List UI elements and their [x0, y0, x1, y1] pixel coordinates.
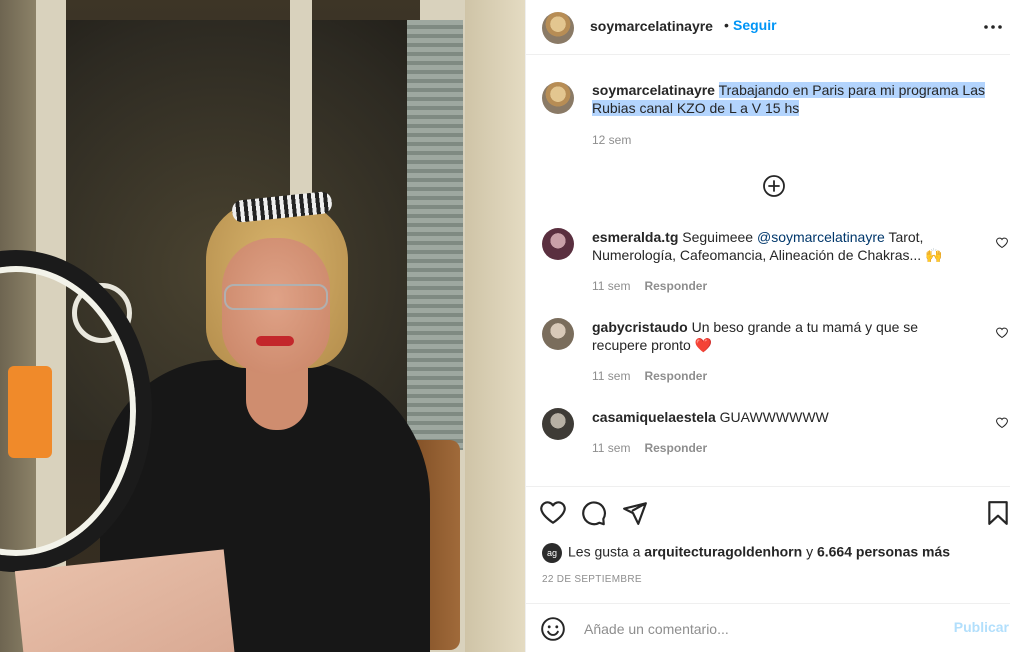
comment-item: gabycristaudo Un beso grande a tu mamá y…: [592, 318, 972, 354]
post-photo[interactable]: [0, 0, 525, 652]
phone-holder: [8, 366, 52, 458]
post-header: soymarcelatinayre • Seguir: [526, 0, 1010, 55]
lips: [256, 336, 294, 346]
reply-button[interactable]: Responder: [644, 441, 707, 455]
liker-username[interactable]: arquitecturagoldenhorn: [644, 544, 802, 560]
comment-meta: 11 sem Responder: [592, 279, 707, 293]
author-username[interactable]: soymarcelatinayre: [590, 18, 713, 34]
comment-avatar[interactable]: [542, 408, 574, 440]
comment-username[interactable]: gabycristaudo: [592, 319, 688, 335]
post-date[interactable]: 22 DE SEPTIEMBRE: [542, 574, 642, 585]
heart-icon[interactable]: [996, 237, 1008, 249]
glasses: [224, 284, 328, 310]
comment-text: GUAWWWWWW: [719, 409, 829, 425]
caption-time[interactable]: 12 sem: [592, 133, 631, 147]
author-avatar[interactable]: [542, 12, 574, 44]
add-circle-icon[interactable]: [762, 174, 786, 198]
comment-username[interactable]: esmeralda.tg: [592, 229, 678, 245]
reply-button[interactable]: Responder: [644, 279, 707, 293]
separator-dot: •: [724, 17, 729, 33]
heart-icon[interactable]: [996, 327, 1008, 339]
likes-summary: ag Les gusta a arquitecturagoldenhorn y 6…: [542, 543, 950, 563]
comment-meta: 11 sem Responder: [592, 441, 707, 455]
comment-time[interactable]: 11 sem: [592, 441, 630, 455]
heart-icon[interactable]: [540, 500, 566, 526]
reply-button[interactable]: Responder: [644, 369, 707, 383]
raising-hands-emoji: 🙌: [925, 247, 943, 263]
comment-avatar[interactable]: [542, 318, 574, 350]
bookmark-icon[interactable]: [985, 500, 1010, 526]
wall-right: [465, 0, 525, 652]
comment-icon[interactable]: [581, 500, 607, 526]
share-icon[interactable]: [622, 500, 648, 526]
window-shutter: [407, 20, 463, 450]
follow-button[interactable]: Seguir: [733, 17, 777, 33]
post-details-panel: soymarcelatinayre • Seguir soymarcelatin…: [525, 0, 1010, 652]
likes-count[interactable]: 6.664 personas más: [817, 544, 950, 560]
comment-time[interactable]: 11 sem: [592, 369, 630, 383]
likes-prefix: Les gusta a: [568, 543, 641, 560]
liker-avatar[interactable]: ag: [542, 543, 562, 563]
comment-mention[interactable]: @soymarcelatinayre: [757, 229, 885, 245]
heart-icon[interactable]: [996, 417, 1008, 429]
red-heart-emoji: ❤️: [694, 337, 713, 353]
smile-icon[interactable]: [540, 616, 566, 642]
comment-item: esmeralda.tg Seguimeee @soymarcelatinayr…: [592, 228, 972, 264]
comment-avatar[interactable]: [542, 228, 574, 260]
comment-input[interactable]: [582, 618, 926, 640]
comment-username[interactable]: casamiquelaestela: [592, 409, 716, 425]
caption-author-avatar[interactable]: [542, 82, 574, 114]
likes-joiner: y: [806, 543, 814, 560]
comment-meta: 11 sem Responder: [592, 369, 707, 383]
caption-author[interactable]: soymarcelatinayre: [592, 82, 715, 98]
comment-text: Seguimeee: [682, 229, 754, 245]
action-bar: [526, 486, 1010, 540]
more-options-icon[interactable]: [983, 18, 1003, 36]
comment-time[interactable]: 11 sem: [592, 279, 630, 293]
comment-item: casamiquelaestela GUAWWWWWW: [592, 408, 972, 426]
add-comment-bar: Publicar: [526, 603, 1010, 652]
publish-button[interactable]: Publicar: [954, 619, 1009, 635]
post-caption: soymarcelatinayre Trabajando en Paris pa…: [592, 81, 992, 117]
